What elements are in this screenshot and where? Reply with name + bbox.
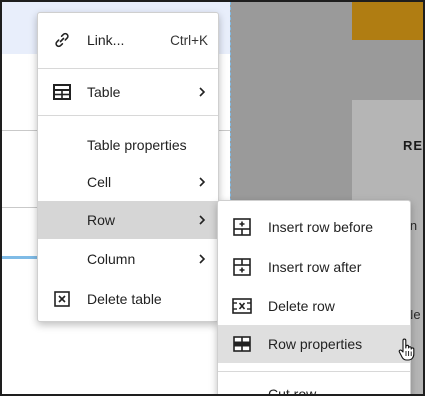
menu-item-label: Delete table xyxy=(87,291,162,307)
menu-item-row[interactable]: Row xyxy=(38,201,218,239)
submenu-item-label: Row properties xyxy=(268,336,363,352)
menu-item-label: Row xyxy=(87,212,116,228)
menu-item-label: Table xyxy=(87,84,121,100)
table-heading-fragment: RE xyxy=(403,138,424,153)
link-icon xyxy=(52,30,72,50)
menu-item-delete-table[interactable]: Delete table xyxy=(38,280,218,318)
submenu-item-insert-row-before[interactable]: Insert row before xyxy=(218,208,410,246)
chevron-right-icon xyxy=(199,177,206,187)
menu-separator xyxy=(38,68,218,69)
menu-item-label: Link... xyxy=(87,32,125,48)
menu-separator xyxy=(218,371,410,372)
menu-item-column[interactable]: Column xyxy=(38,240,218,278)
submenu-item-label: Insert row before xyxy=(268,219,374,235)
chevron-right-icon xyxy=(199,87,206,97)
menu-item-table[interactable]: Table xyxy=(38,73,218,111)
hand-pointer-icon xyxy=(398,338,415,361)
row-submenu: Insert row before Insert row after Delet… xyxy=(217,200,411,396)
submenu-item-delete-row[interactable]: Delete row xyxy=(218,287,410,325)
insert-row-after-icon xyxy=(232,257,252,277)
submenu-item-cut-row[interactable]: Cut row xyxy=(218,377,410,396)
header-accent-cell xyxy=(352,2,423,40)
delete-table-icon xyxy=(52,289,72,309)
shortcut-label: Ctrl+K xyxy=(170,32,208,48)
table-icon xyxy=(52,82,72,102)
row-properties-icon xyxy=(232,334,252,354)
menu-item-label: Table properties xyxy=(87,137,187,153)
submenu-item-label: Cut row xyxy=(268,386,317,396)
submenu-item-row-properties[interactable]: Row properties xyxy=(218,325,410,363)
menu-item-label: Cell xyxy=(87,174,112,190)
menu-item-label: Column xyxy=(87,251,136,267)
delete-row-icon xyxy=(232,296,252,316)
chevron-right-icon xyxy=(199,215,206,225)
submenu-item-insert-row-after[interactable]: Insert row after xyxy=(218,248,410,286)
editor-viewport: RE in Ne Link... Ctrl+K Table Table prop… xyxy=(0,0,425,396)
menu-separator xyxy=(38,115,218,116)
insert-row-before-icon xyxy=(232,217,252,237)
menu-item-table-properties[interactable]: Table properties xyxy=(38,126,218,164)
chevron-right-icon xyxy=(199,254,206,264)
menu-item-link[interactable]: Link... Ctrl+K xyxy=(38,21,218,59)
submenu-item-label: Insert row after xyxy=(268,259,362,275)
submenu-item-label: Delete row xyxy=(268,298,335,314)
context-menu: Link... Ctrl+K Table Table properties Ce… xyxy=(37,12,219,322)
menu-item-cell[interactable]: Cell xyxy=(38,163,218,201)
